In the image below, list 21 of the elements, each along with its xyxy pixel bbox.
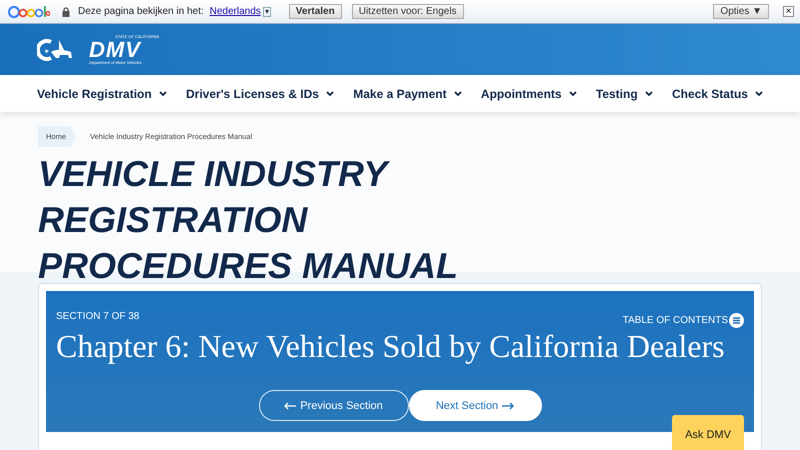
logo-wordmark: DMV: [89, 38, 142, 60]
previous-section-button[interactable]: Previous Section: [258, 390, 408, 421]
nav-menu-item[interactable]: Check Status: [672, 86, 763, 100]
options-button[interactable]: Opties ▼: [713, 4, 769, 19]
nav-menu-item[interactable]: Driver's Licenses & IDs: [186, 86, 334, 100]
nav-menu-item[interactable]: Appointments: [480, 86, 577, 100]
translate-prompt: Deze pagina bekijken in het:: [78, 6, 204, 17]
page-title: VEHICLE INDUSTRY REGISTRATION PROCEDURES MANUAL: [38, 152, 460, 288]
nav-menu-item[interactable]: Make a Payment: [353, 86, 462, 100]
nav-menu-item[interactable]: Testing: [596, 86, 653, 100]
next-section-button[interactable]: Next Section: [408, 390, 542, 421]
translate-button[interactable]: Vertalen: [288, 4, 342, 19]
ask-dmv-button[interactable]: Ask DMV: [672, 415, 744, 450]
nav-menu-item[interactable]: Vehicle Registration: [37, 86, 167, 100]
close-button[interactable]: ×: [783, 6, 794, 17]
table-of-contents-link[interactable]: TABLE OF CONTENTS: [622, 313, 744, 328]
language-dropdown[interactable]: ▾: [262, 6, 271, 16]
language-link[interactable]: Nederlands: [210, 6, 261, 17]
section-counter: SECTION 7 OF 38: [56, 311, 140, 322]
turn-off-button[interactable]: Uitzetten voor: Engels: [352, 4, 464, 19]
chapter-title: Chapter 6: New Vehicles Sold by California Dealers: [56, 327, 725, 366]
